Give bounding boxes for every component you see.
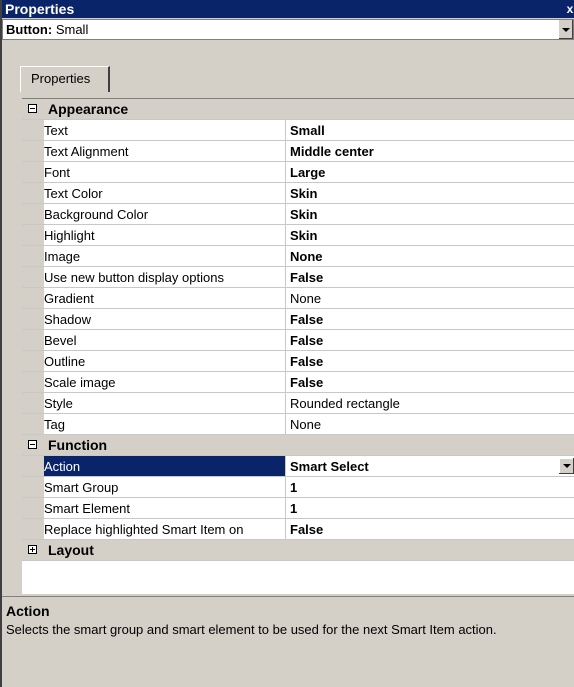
property-name: Shadow [22,309,286,329]
collapse-icon[interactable] [28,104,37,113]
property-row[interactable]: Image None [22,246,574,267]
property-name: Scale image [22,372,286,392]
property-row[interactable]: Use new button display options False [22,267,574,288]
property-row[interactable]: Scale image False [22,372,574,393]
category-appearance[interactable]: Appearance [22,99,574,120]
property-row[interactable]: Font Large [22,162,574,183]
property-value[interactable]: False [286,519,574,539]
category-layout[interactable]: Layout [22,540,574,561]
window-title: Properties [5,1,75,17]
property-value[interactable]: None [286,246,574,266]
collapse-icon[interactable] [28,440,37,449]
tab-strip: Properties [2,40,574,95]
property-name: Gradient [22,288,286,308]
property-name: Image [22,246,286,266]
property-row[interactable]: Replace highlighted Smart Item on False [22,519,574,540]
property-value[interactable]: Small [286,120,574,140]
property-name: Replace highlighted Smart Item on [22,519,286,539]
property-value[interactable]: False [286,267,574,287]
close-icon[interactable]: x [564,0,574,18]
property-name: Text Color [22,183,286,203]
property-name: Use new button display options [22,267,286,287]
property-value[interactable]: Skin [286,183,574,203]
object-name: Small [55,22,89,37]
property-name: Bevel [22,330,286,350]
property-row[interactable]: Highlight Skin [22,225,574,246]
help-description: Selects the smart group and smart elemen… [6,622,497,637]
property-value[interactable]: 1 [286,477,574,497]
help-panel: Action Selects the smart group and smart… [2,596,574,687]
property-value[interactable]: Rounded rectangle [286,393,574,413]
property-name: Highlight [22,225,286,245]
property-name: Font [22,162,286,182]
property-row[interactable]: Smart Element 1 [22,498,574,519]
property-value[interactable]: False [286,351,574,371]
property-value[interactable]: Middle center [286,141,574,161]
property-row[interactable]: Text Alignment Middle center [22,141,574,162]
property-name: Style [22,393,286,413]
property-value[interactable]: False [286,372,574,392]
property-row[interactable]: Gradient None [22,288,574,309]
property-value[interactable]: None [286,414,574,434]
help-title: Action [6,603,50,619]
title-bar: Properties x [2,0,574,18]
property-row[interactable]: Smart Group 1 [22,477,574,498]
property-name: Text [22,120,286,140]
chevron-down-icon[interactable] [559,458,574,474]
property-row[interactable]: Text Small [22,120,574,141]
property-name: Smart Group [22,477,286,497]
category-label: Layout [48,542,94,558]
chevron-down-icon[interactable] [558,20,573,39]
property-row[interactable]: Text Color Skin [22,183,574,204]
property-row[interactable]: Bevel False [22,330,574,351]
property-value[interactable]: None [286,288,574,308]
property-value[interactable]: 1 [286,498,574,518]
property-value[interactable]: False [286,330,574,350]
object-selector[interactable]: Button: Small [2,19,574,40]
property-name: Background Color [22,204,286,224]
property-name: Smart Element [22,498,286,518]
category-function[interactable]: Function [22,435,574,456]
property-grid: Appearance Text Small Text Alignment Middl… [22,98,574,594]
property-value[interactable]: False [286,309,574,329]
property-name: Outline [22,351,286,371]
property-value[interactable]: Large [286,162,574,182]
property-value[interactable]: Smart Select [286,456,574,476]
object-kind: Button: [6,22,53,37]
property-value[interactable]: Skin [286,225,574,245]
property-value[interactable]: Skin [286,204,574,224]
expand-icon[interactable] [28,545,37,554]
tab-properties[interactable]: Properties [20,66,110,92]
property-row[interactable]: Outline False [22,351,574,372]
properties-window: Properties x Button: Small Properties Ap… [0,0,574,687]
property-row[interactable]: Background Color Skin [22,204,574,225]
property-name: Text Alignment [22,141,286,161]
property-row-action[interactable]: Action Smart Select [22,456,574,477]
property-row[interactable]: Tag None [22,414,574,435]
property-name: Action [22,456,286,476]
property-name: Tag [22,414,286,434]
category-label: Appearance [48,101,129,117]
property-row[interactable]: Style Rounded rectangle [22,393,574,414]
property-row[interactable]: Shadow False [22,309,574,330]
category-label: Function [48,437,108,453]
